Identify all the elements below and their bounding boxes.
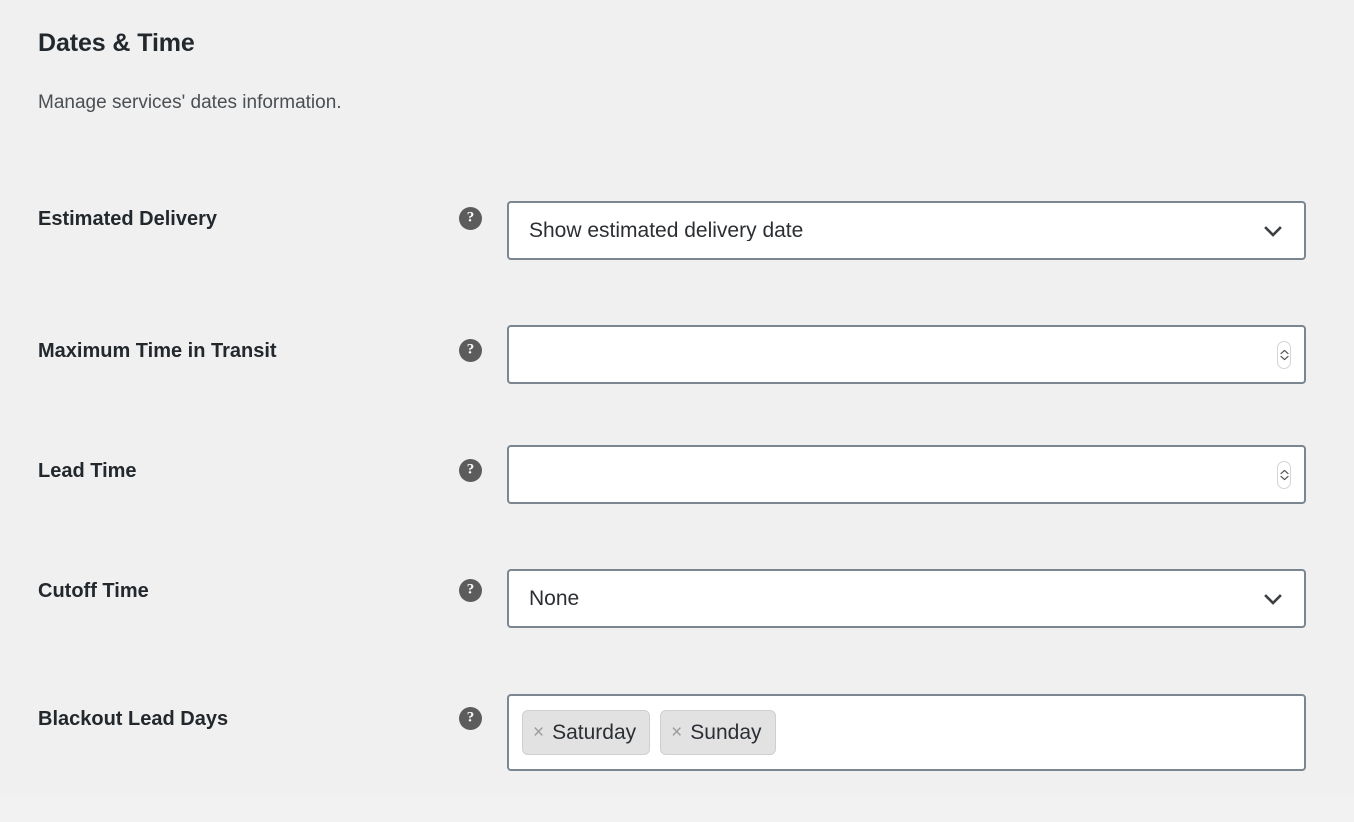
stepper-down-icon[interactable] [1280, 355, 1289, 361]
help-icon-glyph: ? [467, 211, 475, 226]
page-title: Dates & Time [38, 28, 1038, 58]
field-row-blackout-lead-days: Blackout Lead Days ? × Saturday × Sunday [0, 675, 1354, 795]
number-stepper[interactable] [1277, 341, 1291, 369]
cutoff-time-value: None [509, 588, 579, 609]
section-header: Dates & Time Manage services' dates info… [38, 28, 1038, 115]
blackout-lead-days-multiselect[interactable]: × Saturday × Sunday [507, 694, 1306, 771]
tag-label: Sunday [690, 722, 761, 743]
tag-label: Saturday [552, 722, 636, 743]
estimated-delivery-value: Show estimated delivery date [509, 220, 803, 241]
field-row-estimated-delivery: Estimated Delivery ? Show estimated deli… [0, 195, 1354, 315]
help-icon[interactable]: ? [459, 339, 482, 362]
lead-time-field[interactable] [507, 445, 1306, 504]
number-stepper[interactable] [1277, 461, 1291, 489]
help-icon[interactable]: ? [459, 579, 482, 602]
maximum-time-in-transit-field[interactable] [507, 325, 1306, 384]
label-lead-time: Lead Time [38, 461, 137, 481]
help-icon[interactable]: ? [459, 207, 482, 230]
close-icon[interactable]: × [533, 723, 552, 742]
cutoff-time-select[interactable]: None [507, 569, 1306, 628]
close-icon[interactable]: × [671, 723, 690, 742]
field-row-maximum-time-in-transit: Maximum Time in Transit ? [0, 315, 1354, 435]
lead-time-input[interactable] [509, 447, 1304, 502]
label-estimated-delivery: Estimated Delivery [38, 209, 217, 229]
bottom-strip [0, 796, 1354, 822]
estimated-delivery-select[interactable]: Show estimated delivery date [507, 201, 1306, 260]
label-cutoff-time: Cutoff Time [38, 581, 149, 601]
tag-sunday[interactable]: × Sunday [660, 710, 775, 755]
dates-and-time-settings-panel: Dates & Time Manage services' dates info… [0, 0, 1354, 822]
field-row-cutoff-time: Cutoff Time ? None [0, 555, 1354, 675]
label-maximum-time-in-transit: Maximum Time in Transit [38, 341, 277, 361]
help-icon[interactable]: ? [459, 707, 482, 730]
stepper-down-icon[interactable] [1280, 475, 1289, 481]
help-icon-glyph: ? [467, 583, 475, 598]
maximum-time-in-transit-input[interactable] [509, 327, 1304, 382]
section-description: Manage services' dates information. [38, 58, 1038, 115]
help-icon[interactable]: ? [459, 459, 482, 482]
help-icon-glyph: ? [467, 343, 475, 358]
help-icon-glyph: ? [467, 711, 475, 726]
field-row-lead-time: Lead Time ? [0, 435, 1354, 555]
chevron-down-icon [1262, 220, 1284, 242]
tag-saturday[interactable]: × Saturday [522, 710, 650, 755]
label-blackout-lead-days: Blackout Lead Days [38, 709, 228, 729]
chevron-down-icon [1262, 588, 1284, 610]
help-icon-glyph: ? [467, 463, 475, 478]
